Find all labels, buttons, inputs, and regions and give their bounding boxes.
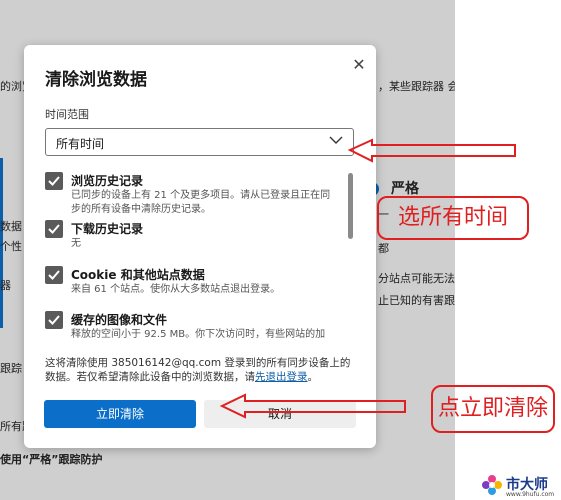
close-button[interactable]: ✕ (347, 53, 371, 77)
chevron-down-icon (329, 136, 343, 144)
sync-note: 这将清除使用 385016142@qq.com 登录到的所有同步设备上的数据。若… (45, 356, 357, 384)
clear-browsing-data-dialog: 清除浏览数据 ✕ 时间范围 所有时间 浏览历史记录 已同步的设备上有 21 个及… (24, 45, 376, 448)
dialog-title: 清除浏览数据 (45, 70, 147, 90)
list-scrollbar[interactable] (348, 173, 353, 239)
cache-checkbox[interactable] (45, 311, 63, 329)
item-title: 下载历史记录 (71, 222, 144, 236)
checkmark-icon (48, 270, 60, 280)
bg-fragment: 都 (378, 242, 389, 255)
bg-fragment: 数据 (0, 220, 22, 233)
cookies-checkbox[interactable] (45, 266, 63, 284)
item-title: 浏览历史记录 (71, 174, 144, 188)
sign-out-link[interactable]: 先退出登录 (255, 371, 308, 383)
sync-note-suffix: 。 (307, 371, 319, 383)
bg-strict-tracking-text: 使用“严格”跟踪防护 (0, 453, 103, 466)
data-type-list: 浏览历史记录 已同步的设备上有 21 个及更多项目。请从已登录且正在同步的所有设… (45, 165, 355, 345)
bg-fragment: 分站点可能无法 (378, 272, 455, 285)
item-title: Cookie 和其他站点数据 (71, 268, 205, 282)
item-desc: 释放的空间小于 92.5 MB。你下次访问时，有些网站的加 (71, 329, 326, 340)
bg-strict-label: 严格 (391, 181, 419, 197)
annotation-select-all-time: 选所有时间 (377, 196, 529, 240)
time-range-select[interactable]: 所有时间 (45, 128, 354, 156)
time-range-label: 时间范围 (45, 108, 89, 121)
checkmark-icon (48, 224, 60, 234)
cancel-button[interactable]: 取消 (204, 400, 356, 428)
checkmark-icon (48, 315, 60, 325)
item-title: 缓存的图像和文件 (71, 313, 168, 327)
download-history-checkbox[interactable] (45, 220, 63, 238)
bg-fragment: 止已知的有害跟 (378, 294, 455, 307)
close-icon: ✕ (352, 55, 366, 74)
item-desc: 来自 61 个站点。使你从大多数站点退出登录。 (71, 284, 281, 295)
watermark: 市大师 www.9hufu.com (478, 472, 558, 498)
item-desc: 已同步的设备上有 21 个及更多项目。请从已登录且正在同步的所有设备中清除历史记… (71, 190, 331, 215)
item-desc: 无 (71, 238, 81, 249)
browsing-history-checkbox[interactable] (45, 172, 63, 190)
bg-fragment: 器 (0, 279, 11, 292)
time-range-value: 所有时间 (56, 137, 105, 151)
watermark-sub: www.9hufu.com (506, 491, 555, 498)
checkmark-icon (48, 176, 60, 186)
annotation-click-clear: 点立即清除 (431, 385, 555, 433)
bg-fragment: 个性 (0, 240, 22, 253)
flower-logo-icon (482, 475, 502, 495)
bg-text-top-right: ，某些跟踪器 会 (378, 80, 455, 93)
bg-fragment: 跟踪 (0, 362, 22, 375)
clear-now-button[interactable]: 立即清除 (44, 400, 196, 428)
